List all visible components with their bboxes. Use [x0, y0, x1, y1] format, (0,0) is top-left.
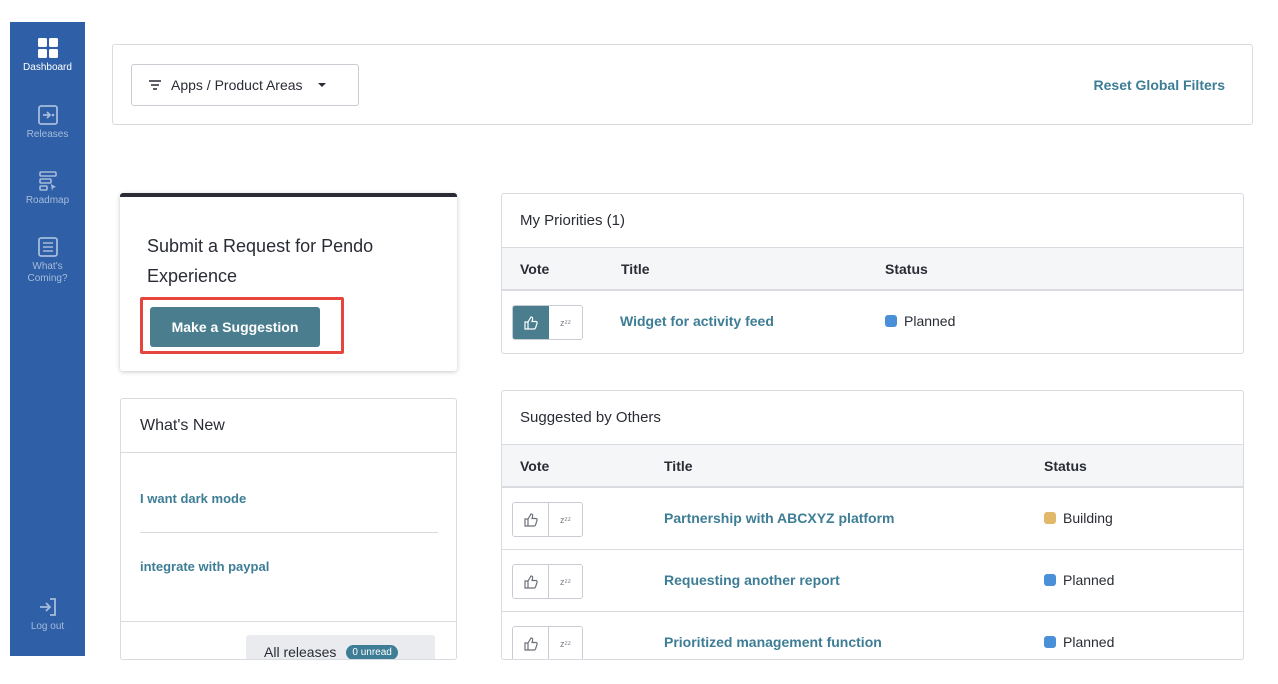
divider — [140, 532, 438, 533]
sidebar-item-logout[interactable]: Log out — [10, 596, 85, 633]
vote-controls: zᶻᶻ — [512, 305, 583, 340]
status-label: Building — [1063, 510, 1113, 526]
sidebar-item-label: Log out — [30, 621, 65, 632]
sidebar-item-whats-coming[interactable]: What's Coming? — [10, 236, 85, 285]
column-header-vote: Vote — [520, 458, 550, 474]
request-card-title: Submit a Request for Pendo Experience — [147, 236, 374, 286]
snooze-button[interactable]: zᶻᶻ — [549, 503, 582, 536]
all-releases-button[interactable]: All releases 0 unread — [246, 635, 435, 660]
vote-controls: zᶻᶻ — [512, 564, 583, 599]
all-releases-label: All releases — [264, 644, 337, 660]
dashboard-icon — [37, 38, 58, 58]
whats-new-panel: What's New I want dark mode integrate wi… — [120, 398, 457, 660]
thumbs-up-icon — [523, 315, 538, 330]
status-dot — [1044, 636, 1056, 648]
column-header-vote: Vote — [520, 261, 550, 277]
filter-icon — [149, 80, 161, 90]
snooze-button[interactable]: zᶻᶻ — [549, 306, 582, 339]
sidebar-item-label: Releases — [26, 129, 69, 140]
chevron-down-icon — [317, 83, 326, 87]
status-badge: Building — [1044, 510, 1113, 526]
table-header: Vote Title Status — [502, 248, 1243, 291]
sidebar-item-releases[interactable]: Releases — [10, 104, 85, 141]
sidebar-nav: Dashboard Releases Roadmap What's Coming… — [10, 22, 85, 656]
whats-coming-icon — [37, 237, 58, 257]
filter-label: Apps / Product Areas — [171, 77, 303, 93]
thumbs-up-icon — [523, 512, 538, 527]
sidebar-item-roadmap[interactable]: Roadmap — [10, 170, 85, 207]
snooze-button[interactable]: zᶻᶻ — [549, 627, 582, 659]
upvote-button[interactable] — [513, 565, 549, 598]
whats-new-footer: All releases 0 unread — [121, 621, 456, 660]
my-priorities-panel: My Priorities (1) Vote Title Status zᶻᶻ … — [501, 193, 1244, 354]
unread-badge: 0 unread — [346, 644, 398, 659]
status-badge: Planned — [1044, 572, 1114, 588]
apps-product-areas-dropdown[interactable]: Apps / Product Areas — [131, 64, 359, 106]
request-title-link[interactable]: Partnership with ABCXYZ platform — [664, 510, 895, 526]
status-dot — [885, 315, 897, 327]
table-row: zᶻᶻ Widget for activity feed Planned — [502, 291, 1243, 353]
snooze-button[interactable]: zᶻᶻ — [549, 565, 582, 598]
column-header-title: Title — [621, 261, 650, 277]
suggested-title: Suggested by Others — [502, 391, 1243, 445]
sidebar-item-label: Coming? — [27, 273, 68, 284]
logout-icon — [39, 598, 56, 616]
whats-new-item[interactable]: I want dark mode — [140, 491, 246, 506]
vote-controls: zᶻᶻ — [512, 626, 583, 659]
my-priorities-title: My Priorities (1) — [502, 194, 1243, 248]
status-dot — [1044, 574, 1056, 586]
table-header: Vote Title Status — [502, 445, 1243, 488]
status-badge: Planned — [1044, 634, 1114, 650]
request-title-link[interactable]: Requesting another report — [664, 572, 840, 588]
sidebar-item-label: Roadmap — [25, 195, 70, 206]
status-badge: Planned — [885, 313, 955, 329]
vote-controls: zᶻᶻ — [512, 502, 583, 537]
whats-new-title: What's New — [121, 399, 456, 453]
global-filter-bar: Apps / Product Areas Reset Global Filter… — [112, 44, 1253, 125]
sidebar-item-label: What's — [32, 261, 63, 272]
request-title-link[interactable]: Prioritized management function — [664, 634, 882, 650]
request-card: Submit a Request for Pendo Experience Ma… — [120, 193, 457, 371]
table-row: zᶻᶻ Requesting another report Planned — [502, 550, 1243, 612]
table-row: zᶻᶻ Partnership with ABCXYZ platform Bui… — [502, 488, 1243, 550]
column-header-title: Title — [664, 458, 693, 474]
suggested-by-others-panel: Suggested by Others Vote Title Status zᶻ… — [501, 390, 1244, 660]
upvote-button[interactable] — [513, 306, 549, 339]
sidebar-item-label: Dashboard — [23, 62, 72, 73]
thumbs-up-icon — [523, 574, 538, 589]
releases-icon — [37, 105, 58, 125]
table-row: zᶻᶻ Prioritized management function Plan… — [502, 612, 1243, 659]
status-label: Planned — [904, 313, 956, 329]
status-label: Planned — [1063, 634, 1115, 650]
make-suggestion-button[interactable]: Make a Suggestion — [150, 307, 320, 347]
reset-global-filters-link[interactable]: Reset Global Filters — [1094, 77, 1225, 93]
upvote-button[interactable] — [513, 627, 549, 659]
column-header-status: Status — [1044, 458, 1087, 474]
thumbs-up-icon — [523, 636, 538, 651]
sidebar-item-dashboard[interactable]: Dashboard — [10, 37, 85, 74]
column-header-status: Status — [885, 261, 928, 277]
whats-new-item[interactable]: integrate with paypal — [140, 559, 269, 574]
request-title-link[interactable]: Widget for activity feed — [620, 313, 774, 329]
roadmap-icon — [38, 171, 57, 191]
upvote-button[interactable] — [513, 503, 549, 536]
status-dot — [1044, 512, 1056, 524]
status-label: Planned — [1063, 572, 1115, 588]
